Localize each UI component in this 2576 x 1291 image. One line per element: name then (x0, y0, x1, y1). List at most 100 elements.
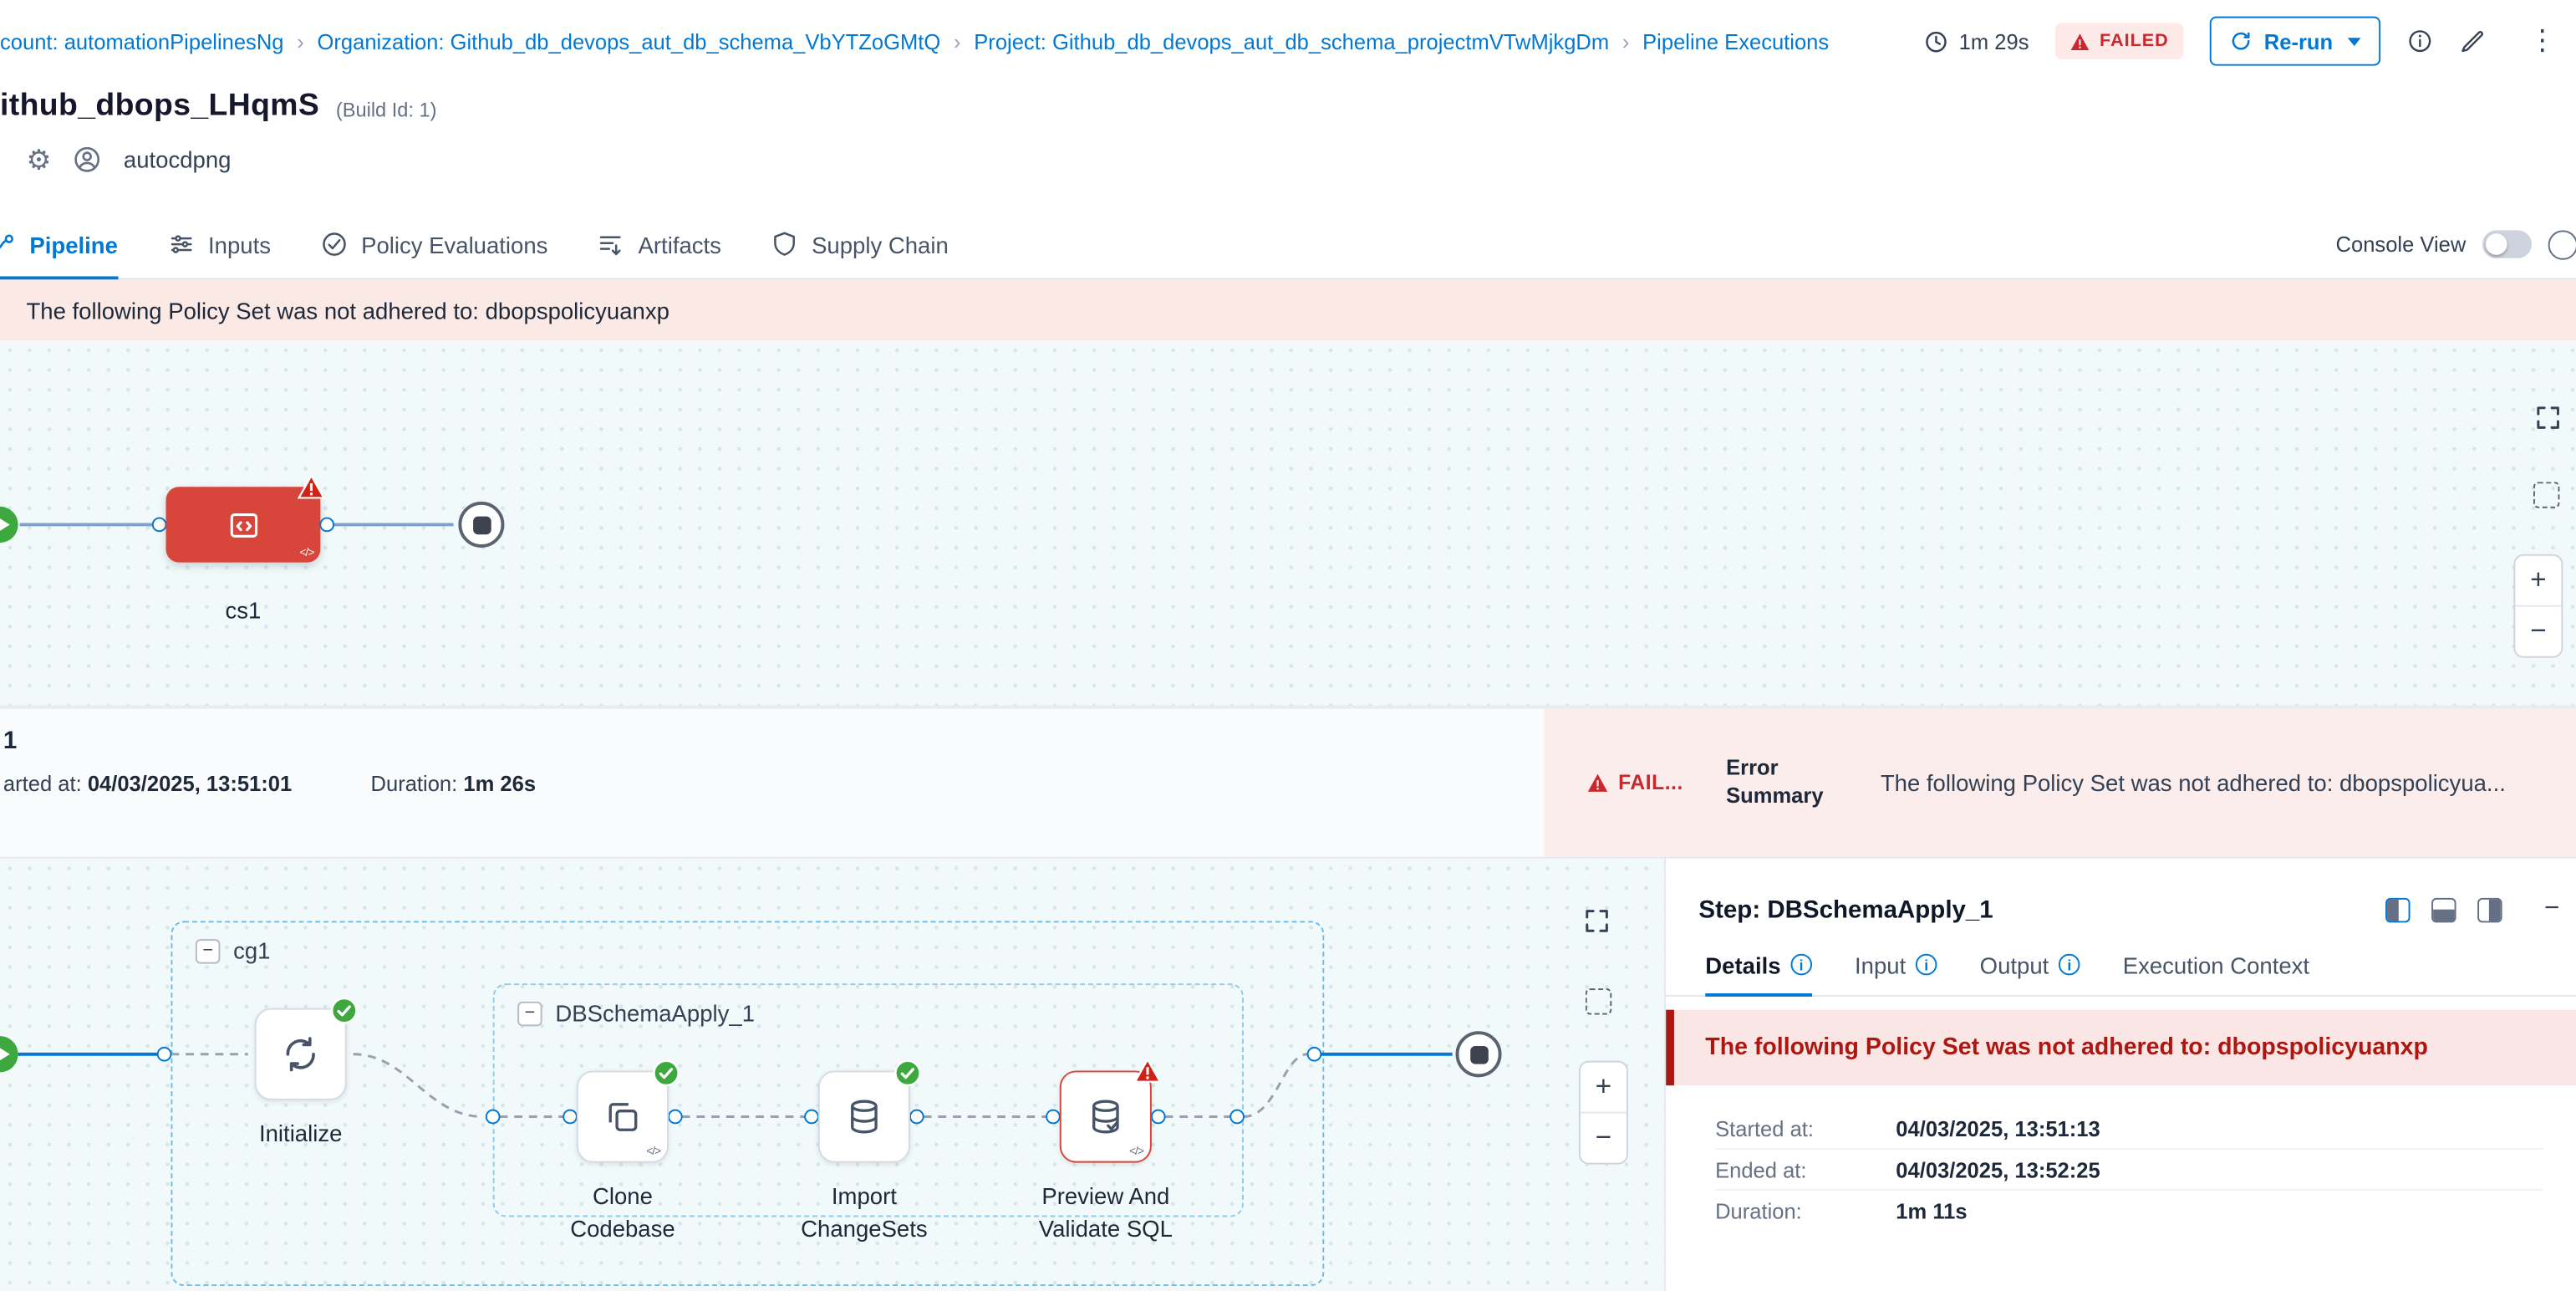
breadcrumb-account[interactable]: count: automationPipelinesNg (0, 28, 284, 54)
panel-tab-input[interactable]: Input i (1855, 934, 1937, 995)
inputs-icon (167, 230, 195, 258)
marquee-select-icon[interactable] (1586, 988, 1611, 1014)
info-circle-icon[interactable]: i (1790, 954, 1812, 976)
step-node-initialize[interactable] (255, 1008, 347, 1100)
tab-label: Execution Context (2123, 952, 2309, 977)
step-detail-rows: Started at: 04/03/2025, 13:51:13 Ended a… (1666, 1085, 2576, 1232)
connector-dot[interactable] (1307, 1047, 1322, 1062)
connector-dot[interactable] (152, 518, 167, 533)
execution-duration: 1m 29s (1924, 28, 2029, 54)
error-summary-message: The following Policy Set was not adhered… (1881, 770, 2553, 796)
status-text: FAILED (2100, 31, 2169, 51)
tab-supply-chain[interactable]: Supply Chain (771, 211, 949, 278)
layout-bottom-panel-icon[interactable] (2431, 897, 2455, 922)
kebab-menu-icon[interactable]: ⋮ (2528, 25, 2556, 58)
minimize-panel-icon[interactable]: − (2544, 895, 2559, 924)
collapse-icon[interactable]: − (196, 938, 220, 963)
tab-artifacts[interactable]: Artifacts (597, 211, 721, 278)
refresh-icon (2230, 29, 2253, 53)
rerun-label: Re-run (2264, 28, 2333, 54)
info-circle-icon[interactable]: i (2059, 954, 2080, 976)
step-details-panel: Step: DBSchemaApply_1 − Details i Input … (1666, 859, 2576, 1291)
tab-label: Supply Chain (812, 231, 949, 257)
breadcrumb-organization[interactable]: Organization: Github_db_devops_aut_db_sc… (318, 28, 941, 54)
stop-icon (472, 516, 491, 534)
pipeline-start-node (0, 507, 18, 543)
sync-icon (279, 1033, 322, 1075)
breadcrumb-project[interactable]: Project: Github_db_devops_aut_db_schema_… (974, 28, 1609, 54)
top-bar: count: automationPipelinesNg › Organizat… (0, 0, 2576, 82)
avatar-icon (73, 145, 102, 174)
connector-dot[interactable] (1229, 1110, 1245, 1125)
tab-label: Details (1705, 952, 1780, 977)
gear-icon[interactable]: ⚙ (26, 145, 51, 173)
group-label: DBSchemaApply_1 (555, 1000, 755, 1026)
chevron-right-icon: › (1622, 28, 1630, 54)
artifacts-icon (597, 230, 624, 258)
detail-row: Duration: 1m 11s (1715, 1191, 2543, 1232)
edit-pencil-icon[interactable] (2460, 28, 2486, 54)
clipped-circle-icon[interactable] (2548, 229, 2576, 258)
tab-policy-evaluations[interactable]: Policy Evaluations (320, 211, 547, 278)
step-label: Clone Codebase (544, 1181, 702, 1245)
marquee-select-icon[interactable] (2533, 482, 2559, 508)
stage-end-node[interactable] (1456, 1031, 1502, 1077)
zoom-controls: + − (1579, 1061, 1628, 1165)
zoom-out-button[interactable]: − (2515, 607, 2561, 656)
zoom-in-button[interactable]: + (1581, 1063, 1627, 1112)
panel-title: Step: DBSchemaApply_1 (1698, 896, 1993, 923)
fullscreen-icon[interactable] (1582, 906, 1611, 936)
connector-dot[interactable] (909, 1110, 924, 1125)
stage-label: cs1 (166, 595, 321, 628)
chevron-right-icon: › (954, 28, 961, 54)
connector-dot[interactable] (563, 1110, 578, 1125)
pipeline-end-node[interactable] (458, 502, 504, 548)
connector-dot[interactable] (804, 1110, 819, 1125)
connector-dot[interactable] (157, 1047, 172, 1062)
shield-icon (771, 230, 798, 258)
stage-node-cs1[interactable]: </> (166, 487, 321, 562)
warning-triangle-icon (2070, 32, 2090, 50)
breadcrumb-pipeline-executions[interactable]: Pipeline Executions (1642, 28, 1829, 54)
topbar-actions: 1m 29s FAILED Re-run ⋮ (1924, 17, 2556, 66)
info-circle-icon[interactable] (2407, 28, 2433, 54)
layout-right-panel-icon[interactable] (2477, 897, 2501, 922)
execution-tab-bar: Pipeline Inputs Policy Evaluations Artif… (0, 211, 2576, 280)
title-row: ithub_dbops_LHqmS (Build Id: 1) (0, 82, 436, 131)
connector-dot[interactable] (486, 1110, 501, 1125)
fullscreen-icon[interactable] (2533, 403, 2563, 432)
tabs: Pipeline Inputs Policy Evaluations Artif… (0, 211, 949, 278)
tab-label: Artifacts (639, 231, 721, 257)
code-glyph: </> (646, 1146, 660, 1158)
step-node-import-changesets[interactable] (818, 1070, 910, 1162)
policy-check-icon (320, 230, 348, 258)
step-error-banner: The following Policy Set was not adhered… (1666, 1010, 2576, 1085)
pipeline-icon (0, 229, 17, 258)
warning-badge-icon (298, 473, 325, 499)
execution-detail-split: − cg1 − DBSchemaApply_1 (0, 859, 2576, 1291)
connector-dot[interactable] (1151, 1110, 1166, 1125)
group-header: − DBSchemaApply_1 (517, 1000, 755, 1026)
info-circle-icon[interactable]: i (1916, 954, 1937, 976)
tab-pipeline[interactable]: Pipeline (0, 211, 118, 278)
console-view-toggle[interactable] (2482, 230, 2532, 258)
layout-left-panel-icon[interactable] (2385, 897, 2409, 922)
connector-dot[interactable] (1046, 1110, 1061, 1125)
tab-inputs[interactable]: Inputs (167, 211, 271, 278)
collapse-icon[interactable]: − (517, 1001, 542, 1026)
connector-dot[interactable] (668, 1110, 683, 1125)
warning-triangle-icon (1587, 773, 1609, 793)
rerun-button[interactable]: Re-run (2210, 17, 2380, 66)
panel-tab-output[interactable]: Output i (1980, 934, 2080, 995)
step-label: Import ChangeSets (786, 1181, 944, 1245)
step-node-clone-codebase[interactable]: </> (577, 1070, 669, 1162)
panel-tab-details[interactable]: Details i (1705, 934, 1812, 995)
tab-label: Pipeline (29, 231, 118, 257)
panel-tabs: Details i Input i Output i Execution Con… (1666, 934, 2576, 997)
step-error-text: The following Policy Set was not adhered… (1705, 1034, 2428, 1060)
connector-dot[interactable] (319, 518, 334, 533)
zoom-out-button[interactable]: − (1581, 1114, 1627, 1163)
panel-tab-execution-context[interactable]: Execution Context (2123, 934, 2309, 995)
step-node-preview-validate-sql[interactable]: </> (1060, 1070, 1152, 1162)
zoom-in-button[interactable]: + (2515, 556, 2561, 605)
